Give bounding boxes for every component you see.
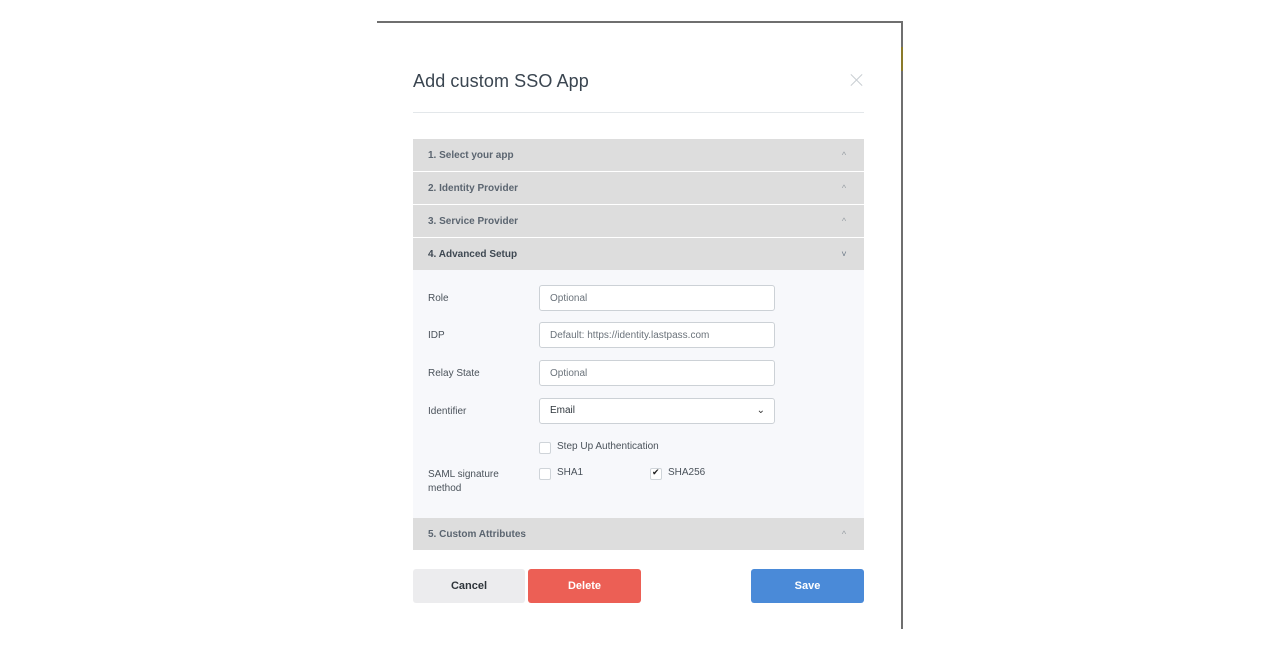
step-up-auth-checkbox[interactable] <box>539 442 551 454</box>
saml-signature-label: SAML signature method <box>428 469 499 494</box>
accordion-section-select-app[interactable]: 1. Select your app ^ <box>413 139 864 171</box>
sha1-checkbox[interactable] <box>539 468 551 480</box>
delete-button[interactable]: Delete <box>528 569 641 603</box>
accordion-section-advanced-setup[interactable]: 4. Advanced Setup ˅ <box>413 238 864 270</box>
relay-state-input[interactable] <box>539 360 775 386</box>
accordion-section-label: 1. Select your app <box>428 149 514 161</box>
accordion-section-service-provider[interactable]: 3. Service Provider ^ <box>413 205 864 237</box>
sha1-label: SHA1 <box>557 467 584 478</box>
identifier-select[interactable]: Email ⌄ <box>539 398 775 424</box>
setup-accordion: 1. Select your app ^ 2. Identity Provide… <box>413 139 864 551</box>
chevron-up-icon: ^ <box>841 529 847 539</box>
advanced-setup-panel: Role IDP Relay State Identifier Email ⌄ <box>413 270 864 518</box>
modal-title: Add custom SSO App <box>413 71 589 91</box>
accordion-section-custom-attributes[interactable]: 5. Custom Attributes ^ <box>413 518 864 550</box>
window-frame-right-border <box>901 21 903 629</box>
accordion-section-label: 3. Service Provider <box>428 215 519 227</box>
window-frame-accent <box>901 47 903 71</box>
role-label: Role <box>428 293 449 304</box>
accordion-section-label: 4. Advanced Setup <box>428 248 518 260</box>
identifier-selected-value: Email <box>550 405 576 416</box>
modal-header: Add custom SSO App <box>413 67 864 113</box>
chevron-up-icon: ^ <box>841 216 847 226</box>
sha256-label: SHA256 <box>668 467 706 478</box>
idp-input[interactable] <box>539 322 775 348</box>
sha256-checkbox[interactable] <box>650 467 662 480</box>
step-up-auth-label: Step Up Authentication <box>557 441 659 452</box>
identifier-label: Identifier <box>428 406 467 417</box>
relay-state-label: Relay State <box>428 368 480 379</box>
role-input[interactable] <box>539 285 775 311</box>
add-custom-sso-app-modal: Add custom SSO App 1. Select your app ^ … <box>377 23 901 629</box>
chevron-down-icon: ⌄ <box>756 405 765 416</box>
accordion-section-label: 5. Custom Attributes <box>428 528 526 540</box>
accordion-section-identity-provider[interactable]: 2. Identity Provider ^ <box>413 172 864 204</box>
close-icon[interactable] <box>850 73 864 87</box>
idp-label: IDP <box>428 330 445 341</box>
chevron-up-icon: ^ <box>841 150 847 160</box>
cancel-button[interactable]: Cancel <box>413 569 525 603</box>
chevron-down-icon: ˅ <box>841 249 847 259</box>
chevron-up-icon: ^ <box>841 183 847 193</box>
accordion-section-label: 2. Identity Provider <box>428 182 519 194</box>
save-button[interactable]: Save <box>751 569 864 603</box>
modal-footer: Cancel Delete Save <box>413 569 864 603</box>
